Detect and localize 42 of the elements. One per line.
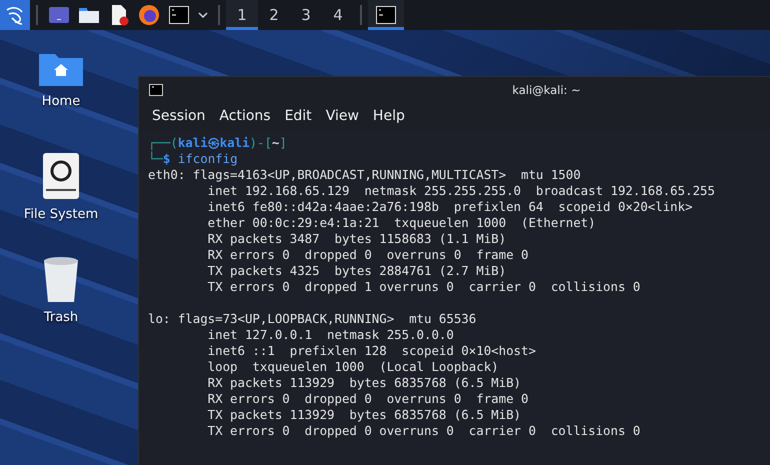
- output-line: inet 127.0.0.1 netmask 255.0.0.0: [206, 327, 455, 343]
- task-button[interactable]: [368, 0, 404, 30]
- output-line: eth0: flags=4163<UP,BROADCAST,RUNNING,MULTICAST> mtu 1500: [148, 167, 582, 183]
- output-line: loop txqueuelen 1000 (Local Loopback): [206, 359, 500, 375]
- terminal-icon[interactable]: [169, 6, 189, 24]
- terminal-icon: [149, 84, 163, 96]
- output-line: TX errors 0 dropped 0 overruns 0 carrier 0 collisions 0: [206, 423, 642, 439]
- trash-icon: [42, 256, 80, 302]
- workspace-tab[interactable]: 2: [258, 0, 290, 30]
- desktop-icon-label[interactable]: File System: [24, 207, 98, 222]
- output-line: RX errors 0 dropped 0 overruns 0 frame 0: [206, 391, 530, 407]
- terminal-icon: [376, 6, 396, 24]
- chevron-down-icon[interactable]: [198, 12, 208, 18]
- menu-item[interactable]: View: [318, 105, 366, 127]
- workspace-tab[interactable]: 1: [226, 0, 258, 30]
- drive-icon: [43, 153, 79, 199]
- output-line: ether 00:0c:29:e4:1a:21 txqueuelen 1000 (Ethernet): [206, 215, 597, 231]
- menu-item[interactable]: Actions: [212, 105, 278, 127]
- output-line: TX packets 4325 bytes 2884761 (2.7 MiB): [206, 263, 508, 279]
- document-icon[interactable]: [109, 4, 129, 26]
- browser-icon[interactable]: [138, 4, 160, 26]
- desktop-icon-label[interactable]: Trash: [44, 310, 78, 325]
- prompt-line: ┌──(kali㉿kali)-[~]: [148, 135, 288, 151]
- dragon-logo-icon[interactable]: [0, 0, 30, 30]
- menu-item[interactable]: Help: [366, 105, 412, 127]
- output-line: RX packets 3487 bytes 1158683 (1.1 MiB): [206, 231, 508, 247]
- output-line: lo: flags=73<UP,LOOPBACK,RUNNING> mtu 65536: [148, 311, 478, 327]
- output-line: TX errors 0 dropped 1 overruns 0 carrier 0 collisions 0: [206, 279, 642, 295]
- window-title: kali@kali: ~: [511, 83, 582, 97]
- workspace-tab[interactable]: 4: [322, 0, 354, 30]
- output-line: RX errors 0 dropped 0 overruns 0 frame 0: [206, 247, 530, 263]
- command-line: └─$ ifconfig: [148, 151, 239, 167]
- output-line: inet6 fe80::d42a:4aae:2a76:198b prefixlen 64 scopeid 0×20<link>: [206, 199, 694, 215]
- output-line: TX packets 113929 bytes 6835768 (6.5 MiB): [206, 407, 522, 423]
- workspace-tab[interactable]: 3: [290, 0, 322, 30]
- desktop-icon-label[interactable]: Home: [42, 94, 80, 109]
- output-line: inet 192.168.65.129 netmask 255.255.255.0 broadcast 192.168.65.255: [206, 183, 716, 199]
- menu-item[interactable]: Edit: [278, 105, 319, 127]
- menu-item[interactable]: Session: [145, 105, 212, 127]
- output-line: inet6 ::1 prefixlen 128 scopeid 0×10<host>: [206, 343, 537, 359]
- folder-icon[interactable]: [78, 6, 100, 24]
- output-line: RX packets 113929 bytes 6835768 (6.5 MiB): [206, 375, 522, 391]
